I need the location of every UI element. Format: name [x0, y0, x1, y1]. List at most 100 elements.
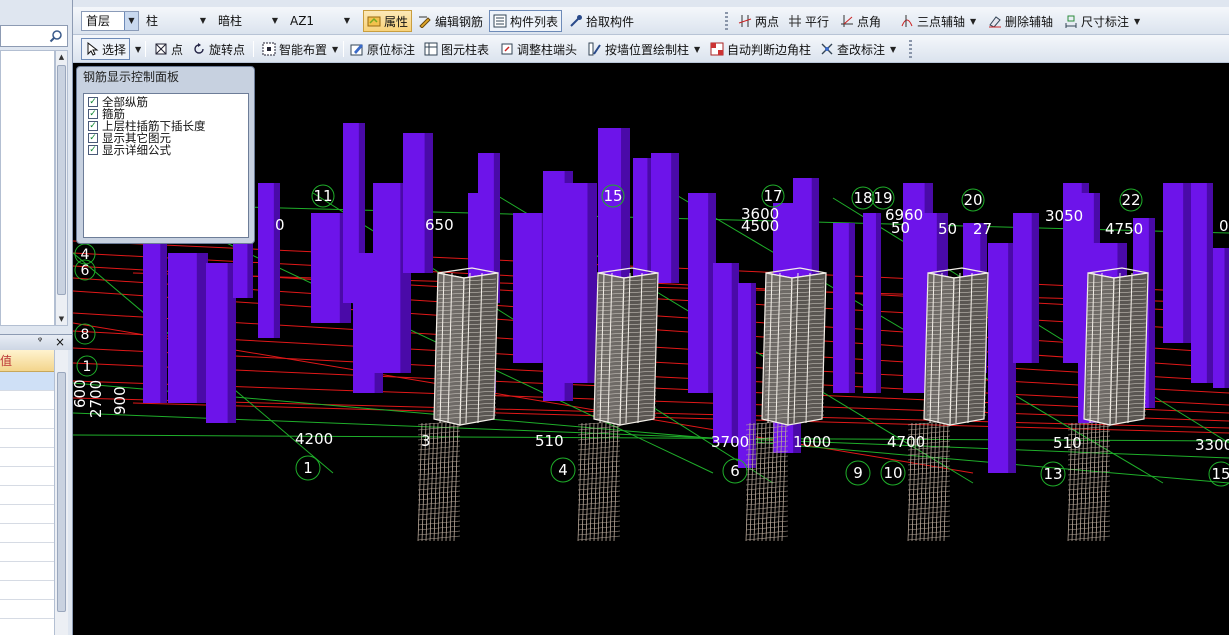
draw-by-wall-button[interactable]: 按墙位置绘制柱 ▼	[585, 38, 703, 60]
in-place-label-button[interactable]: 原位标注	[347, 38, 418, 60]
toolbar-strip	[73, 0, 1229, 7]
axis-number: 13	[1043, 465, 1062, 483]
rebar-stirrup	[577, 530, 621, 536]
three-point-axis-button[interactable]: 三点辅轴 ▼	[897, 10, 979, 32]
two-point-axis-button[interactable]: 两点	[735, 10, 782, 32]
checkbox-checked-icon[interactable]: ✓	[88, 109, 98, 119]
table-row[interactable]	[0, 372, 54, 391]
close-icon[interactable]: ×	[55, 335, 65, 349]
adjust-column-end-button[interactable]: 调整柱端头	[497, 38, 580, 60]
select-button[interactable]: 选择	[81, 38, 131, 60]
scroll-up-icon[interactable]: ▲	[57, 52, 66, 62]
type-combo[interactable]: 柱 ▼	[141, 11, 211, 31]
smart-layout-button[interactable]: 智能布置 ▼	[259, 38, 341, 60]
option-show-formula[interactable]: ✓ 显示详细公式	[88, 144, 244, 156]
subtype-combo[interactable]: 暗柱 ▼	[213, 11, 283, 31]
parallel-axis-button[interactable]: 平行	[785, 10, 832, 32]
table-row[interactable]	[0, 410, 54, 429]
scroll-thumb[interactable]	[57, 372, 66, 612]
table-row[interactable]	[0, 486, 54, 505]
axis-number: 9	[853, 464, 863, 482]
checkbox-checked-icon[interactable]: ✓	[88, 133, 98, 143]
component-tree[interactable]	[0, 50, 55, 326]
chevron-down-icon[interactable]: ▼	[135, 45, 141, 54]
auto-corner-column-label: 自动判断边角柱	[727, 42, 812, 57]
type-combo-value: 柱	[146, 14, 159, 28]
checkbox-checked-icon[interactable]: ✓	[88, 97, 98, 107]
table-row[interactable]	[0, 543, 54, 562]
edit-rebar-label: 编辑钢筋	[435, 14, 484, 29]
component-list-button[interactable]: 构件列表	[489, 10, 563, 32]
checkbox-checked-icon[interactable]: ✓	[88, 121, 98, 131]
rebar-stirrup	[1067, 525, 1111, 531]
chevron-down-icon[interactable]: ▼	[890, 45, 896, 54]
rebar-stirrup	[907, 450, 951, 456]
chevron-down-icon[interactable]: ▼	[1134, 17, 1140, 26]
properties-grid[interactable]: 值	[0, 350, 54, 635]
element-column-table-label: 图元柱表	[441, 42, 490, 57]
properties-button[interactable]: 属性	[363, 10, 413, 32]
chevron-down-icon[interactable]: ▼	[694, 45, 700, 54]
point-angle-axis-button[interactable]: 点角	[837, 10, 884, 32]
chevron-down-icon[interactable]: ▼	[124, 12, 138, 30]
chevron-down-icon[interactable]: ▼	[196, 12, 210, 30]
dimension-text: 2700	[87, 380, 105, 418]
toolbar-grip[interactable]	[909, 40, 912, 58]
table-row[interactable]	[0, 505, 54, 524]
dimension-button[interactable]: 尺寸标注 ▼	[1061, 10, 1143, 32]
rebar-display-panel[interactable]: 钢筋显示控制面板 ✓ 全部纵筋 ✓ 箍筋 ✓ 上层柱插筋下插长度 ✓ 显示其它图…	[76, 66, 255, 244]
pin-icon[interactable]: ᵠ	[38, 336, 42, 347]
axis-number: 17	[763, 187, 782, 205]
edit-rebar-button[interactable]: 编辑钢筋	[415, 10, 486, 32]
rebar-bar	[943, 422, 949, 542]
element-column-table-button[interactable]: 图元柱表	[421, 38, 492, 60]
scroll-thumb[interactable]	[57, 65, 66, 295]
table-row[interactable]	[0, 600, 54, 619]
parallel-label: 平行	[805, 14, 830, 29]
table-row[interactable]	[0, 448, 54, 467]
chevron-down-icon[interactable]: ▼	[340, 12, 354, 30]
table-row[interactable]	[0, 581, 54, 600]
point-icon	[155, 43, 167, 55]
checkbox-checked-icon[interactable]: ✓	[88, 145, 98, 155]
delete-axis-button[interactable]: 删除辅轴	[985, 10, 1056, 32]
table-row[interactable]	[0, 524, 54, 543]
check-labels-button[interactable]: 查改标注 ▼	[817, 38, 899, 60]
floor-combo[interactable]: 首层 ▼	[81, 11, 139, 31]
properties-label: 属性	[384, 14, 409, 29]
dimension-text: 4750	[1105, 220, 1143, 238]
auto-corner-column-button[interactable]: 自动判断边角柱	[707, 38, 814, 60]
chevron-down-icon[interactable]: ▼	[332, 45, 338, 54]
component-combo[interactable]: AZ1 ▼	[285, 11, 355, 31]
point-button[interactable]: 点	[151, 38, 186, 60]
table-row[interactable]	[0, 429, 54, 448]
pick-component-button[interactable]: 拾取构件	[566, 10, 637, 32]
separator	[253, 41, 254, 57]
axis-number: 18	[853, 189, 872, 207]
rebar-bar	[601, 422, 607, 542]
component-combo-value: AZ1	[290, 14, 315, 28]
rebar-cage	[433, 267, 499, 426]
tree-scrollbar[interactable]: ▲ ▼	[55, 50, 68, 326]
search-icon[interactable]	[49, 29, 63, 43]
search-input[interactable]	[0, 25, 68, 47]
chevron-down-icon[interactable]: ▼	[268, 12, 282, 30]
table-row[interactable]	[0, 391, 54, 410]
column-group	[143, 123, 1229, 473]
table-row[interactable]	[0, 562, 54, 581]
properties-scrollbar[interactable]	[54, 350, 68, 635]
rotate-point-button[interactable]: 旋转点	[189, 38, 248, 60]
column-side	[424, 133, 433, 273]
column-side	[1148, 218, 1155, 408]
scroll-down-icon[interactable]: ▼	[57, 314, 66, 324]
eyedropper-icon	[570, 15, 582, 27]
toolbar-grip[interactable]	[725, 12, 728, 30]
pencil-icon	[350, 44, 363, 56]
corner-column-icon	[710, 42, 724, 56]
table-row[interactable]	[0, 467, 54, 486]
column-side	[1224, 248, 1229, 388]
dimension-text: 3700	[711, 433, 749, 451]
rebar-stirrup	[745, 530, 789, 536]
separator	[145, 41, 146, 57]
chevron-down-icon[interactable]: ▼	[970, 17, 976, 26]
